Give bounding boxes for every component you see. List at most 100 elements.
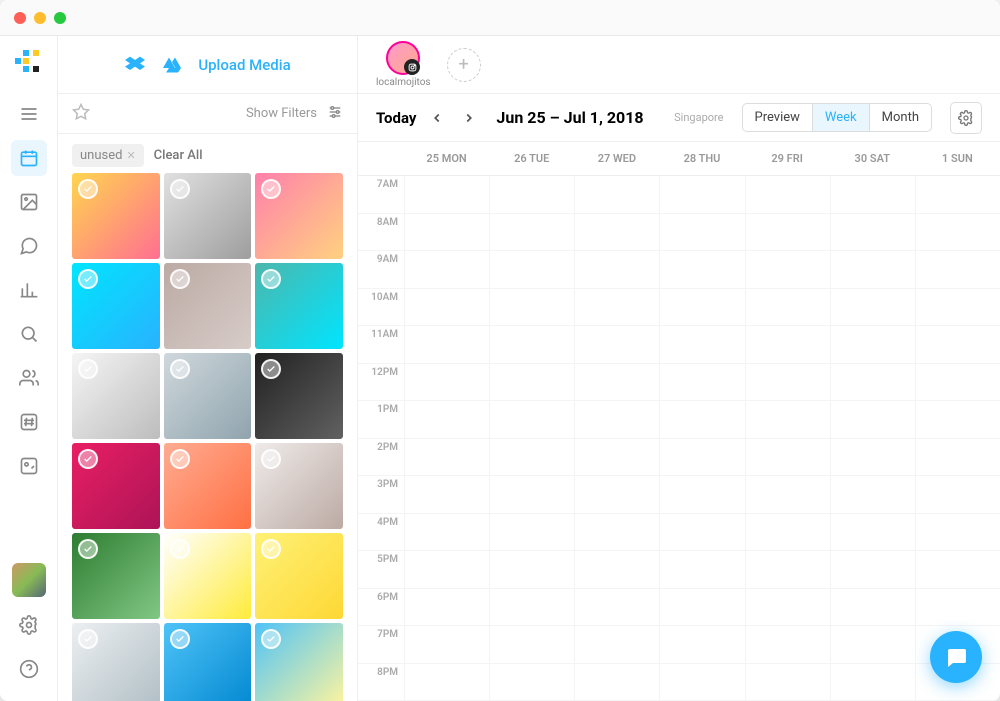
calendar-day-column[interactable]	[915, 176, 1000, 701]
media-select-check-icon[interactable]	[261, 269, 281, 289]
calendar-cell[interactable]	[746, 514, 830, 552]
media-select-check-icon[interactable]	[261, 539, 281, 559]
media-thumbnail[interactable]	[164, 623, 252, 701]
calendar-cell[interactable]	[660, 514, 744, 552]
media-thumbnail[interactable]	[255, 443, 343, 529]
calendar-cell[interactable]	[831, 364, 915, 402]
calendar-day-column[interactable]	[830, 176, 915, 701]
hashtag-nav-icon[interactable]	[11, 404, 47, 440]
media-thumbnail[interactable]	[255, 623, 343, 701]
media-thumbnail[interactable]	[72, 623, 160, 701]
calendar-cell[interactable]	[831, 176, 915, 214]
maximize-window-button[interactable]	[54, 12, 66, 24]
media-select-check-icon[interactable]	[78, 449, 98, 469]
calendar-cell[interactable]	[490, 364, 574, 402]
calendar-cell[interactable]	[660, 176, 744, 214]
filter-tag-unused[interactable]: unused ✕	[72, 144, 144, 167]
media-thumbnail[interactable]	[164, 533, 252, 619]
calendar-cell[interactable]	[490, 626, 574, 664]
calendar-cell[interactable]	[660, 664, 744, 701]
help-icon[interactable]	[11, 651, 47, 687]
calendar-cell[interactable]	[746, 589, 830, 627]
media-select-check-icon[interactable]	[261, 179, 281, 199]
close-window-button[interactable]	[14, 12, 26, 24]
calendar-cell[interactable]	[490, 439, 574, 477]
calendar-cell[interactable]	[490, 476, 574, 514]
media-thumbnail[interactable]	[72, 173, 160, 259]
menu-icon[interactable]	[11, 96, 47, 132]
calendar-settings-button[interactable]	[950, 102, 982, 134]
media-select-check-icon[interactable]	[170, 269, 190, 289]
calendar-cell[interactable]	[575, 364, 659, 402]
calendar-cell[interactable]	[660, 476, 744, 514]
team-nav-icon[interactable]	[11, 360, 47, 396]
prev-week-button[interactable]	[426, 107, 448, 129]
calendar-day-column[interactable]	[745, 176, 830, 701]
today-button[interactable]: Today	[376, 109, 416, 127]
calendar-cell[interactable]	[831, 214, 915, 252]
calendar-cell[interactable]	[746, 214, 830, 252]
calendar-day-column[interactable]	[404, 176, 489, 701]
calendar-cell[interactable]	[660, 589, 744, 627]
media-select-check-icon[interactable]	[78, 359, 98, 379]
calendar-cell[interactable]	[746, 551, 830, 589]
calendar-cell[interactable]	[660, 401, 744, 439]
media-select-check-icon[interactable]	[261, 359, 281, 379]
calendar-cell[interactable]	[490, 214, 574, 252]
calendar-cell[interactable]	[660, 551, 744, 589]
calendar-cell[interactable]	[490, 289, 574, 327]
account-avatar[interactable]: localmojitos	[376, 41, 431, 88]
calendar-cell[interactable]	[405, 626, 489, 664]
calendar-cell[interactable]	[490, 401, 574, 439]
calendar-cell[interactable]	[831, 401, 915, 439]
calendar-cell[interactable]	[746, 289, 830, 327]
calendar-cell[interactable]	[831, 626, 915, 664]
calendar-cell[interactable]	[575, 551, 659, 589]
calendar-day-column[interactable]	[659, 176, 744, 701]
calendar-cell[interactable]	[660, 364, 744, 402]
calendar-cell[interactable]	[405, 364, 489, 402]
calendar-cell[interactable]	[660, 439, 744, 477]
calendar-cell[interactable]	[916, 476, 1000, 514]
media-thumbnail[interactable]	[164, 173, 252, 259]
media-select-check-icon[interactable]	[78, 539, 98, 559]
calendar-grid[interactable]: 7AM8AM9AM10AM11AM12PM1PM2PM3PM4PM5PM6PM7…	[358, 176, 1000, 701]
calendar-cell[interactable]	[746, 364, 830, 402]
upload-media-button[interactable]: Upload Media	[198, 56, 290, 74]
calendar-cell[interactable]	[405, 176, 489, 214]
calendar-cell[interactable]	[831, 514, 915, 552]
calendar-cell[interactable]	[490, 326, 574, 364]
calendar-cell[interactable]	[660, 214, 744, 252]
search-nav-icon[interactable]	[11, 316, 47, 352]
calendar-cell[interactable]	[405, 289, 489, 327]
add-account-button[interactable]: +	[447, 48, 481, 82]
calendar-cell[interactable]	[831, 289, 915, 327]
calendar-cell[interactable]	[405, 251, 489, 289]
media-select-check-icon[interactable]	[170, 539, 190, 559]
calendar-cell[interactable]	[916, 176, 1000, 214]
media-thumbnail[interactable]	[255, 173, 343, 259]
calendar-cell[interactable]	[575, 289, 659, 327]
user-avatar[interactable]	[12, 563, 46, 597]
calendar-cell[interactable]	[575, 589, 659, 627]
media-select-check-icon[interactable]	[170, 449, 190, 469]
media-thumbnail[interactable]	[255, 353, 343, 439]
calendar-cell[interactable]	[490, 514, 574, 552]
calendar-cell[interactable]	[405, 401, 489, 439]
calendar-cell[interactable]	[916, 364, 1000, 402]
calendar-cell[interactable]	[575, 176, 659, 214]
media-select-check-icon[interactable]	[261, 629, 281, 649]
calendar-cell[interactable]	[916, 514, 1000, 552]
calendar-day-column[interactable]	[574, 176, 659, 701]
calendar-cell[interactable]	[831, 664, 915, 701]
calendar-cell[interactable]	[916, 589, 1000, 627]
calendar-cell[interactable]	[916, 401, 1000, 439]
calendar-cell[interactable]	[916, 251, 1000, 289]
calendar-cell[interactable]	[660, 326, 744, 364]
media-thumbnail[interactable]	[164, 353, 252, 439]
dropbox-icon[interactable]	[124, 55, 146, 75]
media-thumbnail[interactable]	[164, 263, 252, 349]
calendar-cell[interactable]	[405, 514, 489, 552]
calendar-cell[interactable]	[831, 476, 915, 514]
calendar-cell[interactable]	[405, 664, 489, 701]
